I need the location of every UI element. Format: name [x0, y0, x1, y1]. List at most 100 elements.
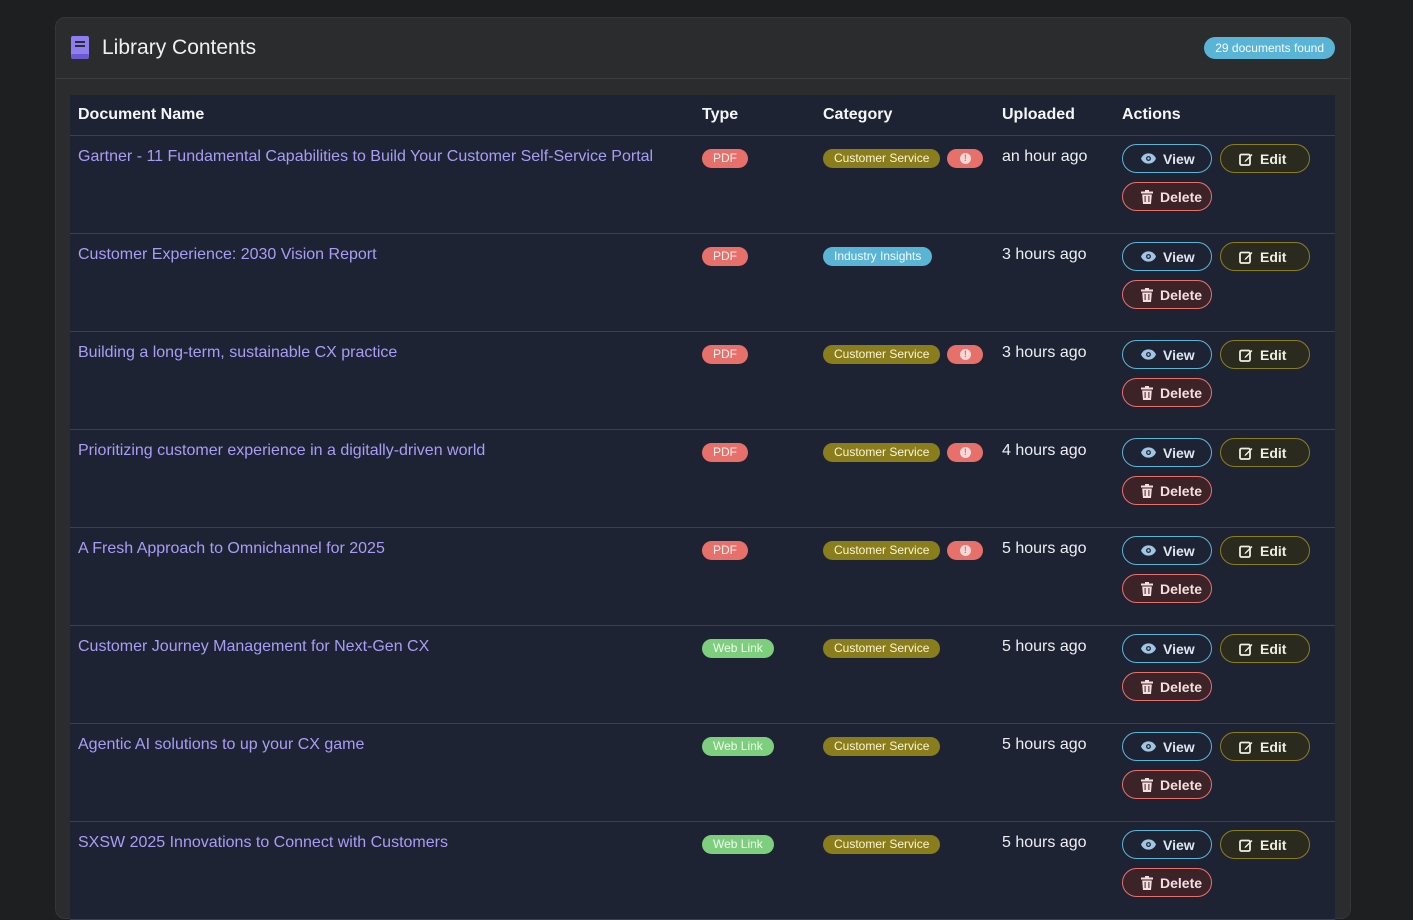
view-button[interactable]: View [1122, 144, 1212, 173]
delete-button[interactable]: Delete [1122, 280, 1212, 309]
delete-label: Delete [1160, 188, 1203, 205]
table-row: A Fresh Approach to Omnichannel for 2025… [70, 527, 1335, 626]
type-badge: PDF [702, 345, 748, 364]
delete-label: Delete [1160, 482, 1203, 499]
view-label: View [1163, 836, 1195, 853]
delete-button[interactable]: Delete [1122, 770, 1212, 799]
table-row: SXSW 2025 Innovations to Connect with Cu… [70, 821, 1335, 920]
actions-group: View Edit Delete [1122, 536, 1322, 603]
edit-button[interactable]: Edit [1220, 438, 1310, 467]
uploaded-time: 5 hours ago [1002, 540, 1087, 557]
edit-label: Edit [1260, 248, 1287, 265]
edit-icon [1239, 447, 1253, 460]
trash-icon [1141, 679, 1153, 694]
eye-icon [1141, 349, 1156, 360]
document-name-cell: SXSW 2025 Innovations to Connect with Cu… [70, 821, 694, 920]
edit-button[interactable]: Edit [1220, 830, 1310, 859]
view-button[interactable]: View [1122, 830, 1212, 859]
column-header-type: Type [694, 95, 815, 136]
type-cell: PDF [694, 527, 815, 626]
category-badge: Customer Service [823, 835, 941, 854]
delete-button[interactable]: Delete [1122, 182, 1212, 211]
actions-group: View Edit Delete [1122, 340, 1322, 407]
edit-button[interactable]: Edit [1220, 732, 1310, 761]
delete-button[interactable]: Delete [1122, 672, 1212, 701]
actions-cell: View Edit Delete [1114, 527, 1335, 626]
view-button[interactable]: View [1122, 634, 1212, 663]
document-count-badge: 29 documents found [1204, 37, 1335, 59]
actions-cell: View Edit Delete [1114, 135, 1335, 234]
edit-button[interactable]: Edit [1220, 634, 1310, 663]
category-cell: Customer Service! [815, 135, 994, 234]
category-badge: Customer Service [823, 639, 941, 658]
document-link[interactable]: Gartner - 11 Fundamental Capabilities to… [78, 148, 653, 166]
document-link[interactable]: Prioritizing customer experience in a di… [78, 442, 485, 460]
document-link[interactable]: Agentic AI solutions to up your CX game [78, 736, 364, 754]
edit-label: Edit [1260, 346, 1287, 363]
edit-button[interactable]: Edit [1220, 144, 1310, 173]
uploaded-cell: 5 hours ago [994, 625, 1114, 724]
view-button[interactable]: View [1122, 732, 1212, 761]
actions-cell: View Edit Delete [1114, 625, 1335, 724]
delete-button[interactable]: Delete [1122, 378, 1212, 407]
table-body: Gartner - 11 Fundamental Capabilities to… [70, 135, 1335, 920]
view-button[interactable]: View [1122, 242, 1212, 271]
table-row: Prioritizing customer experience in a di… [70, 429, 1335, 528]
table-row: Building a long-term, sustainable CX pra… [70, 331, 1335, 430]
uploaded-time: an hour ago [1002, 148, 1088, 165]
trash-icon [1141, 777, 1153, 792]
edit-label: Edit [1260, 836, 1287, 853]
edit-button[interactable]: Edit [1220, 536, 1310, 565]
actions-cell: View Edit Delete [1114, 331, 1335, 430]
document-name-cell: Customer Journey Management for Next-Gen… [70, 625, 694, 724]
type-cell: PDF [694, 331, 815, 430]
document-name-cell: Customer Experience: 2030 Vision Report [70, 233, 694, 332]
view-button[interactable]: View [1122, 536, 1212, 565]
view-button[interactable]: View [1122, 438, 1212, 467]
exclamation-circle-icon: ! [959, 447, 971, 458]
document-link[interactable]: Building a long-term, sustainable CX pra… [78, 344, 397, 362]
delete-label: Delete [1160, 776, 1203, 793]
title-wrap: Library Contents [70, 36, 256, 60]
warning-badge[interactable]: ! [947, 149, 984, 168]
exclamation-circle-icon: ! [959, 153, 971, 164]
document-link[interactable]: Customer Journey Management for Next-Gen… [78, 638, 429, 656]
uploaded-time: 5 hours ago [1002, 736, 1087, 753]
type-badge: PDF [702, 247, 748, 266]
eye-icon [1141, 153, 1156, 164]
delete-button[interactable]: Delete [1122, 868, 1212, 897]
warning-badge[interactable]: ! [947, 443, 984, 462]
edit-button[interactable]: Edit [1220, 340, 1310, 369]
document-link[interactable]: SXSW 2025 Innovations to Connect with Cu… [78, 834, 448, 852]
warning-badge[interactable]: ! [947, 345, 984, 364]
eye-icon [1141, 545, 1156, 556]
card-header: Library Contents 29 documents found [56, 18, 1350, 79]
category-badge: Customer Service [823, 443, 941, 462]
delete-button[interactable]: Delete [1122, 574, 1212, 603]
uploaded-time: 5 hours ago [1002, 834, 1087, 851]
view-label: View [1163, 346, 1195, 363]
uploaded-cell: 5 hours ago [994, 527, 1114, 626]
exclamation-circle-icon: ! [959, 349, 971, 360]
category-cell: Customer Service [815, 723, 994, 822]
view-button[interactable]: View [1122, 340, 1212, 369]
edit-button[interactable]: Edit [1220, 242, 1310, 271]
view-label: View [1163, 248, 1195, 265]
edit-icon [1239, 741, 1253, 754]
trash-icon [1141, 385, 1153, 400]
document-name-cell: A Fresh Approach to Omnichannel for 2025 [70, 527, 694, 626]
edit-label: Edit [1260, 738, 1287, 755]
warning-badge[interactable]: ! [947, 541, 984, 560]
eye-icon [1141, 447, 1156, 458]
type-badge: Web Link [702, 639, 774, 658]
document-name-cell: Prioritizing customer experience in a di… [70, 429, 694, 528]
type-badge: PDF [702, 149, 748, 168]
category-badge: Customer Service [823, 149, 941, 168]
document-link[interactable]: A Fresh Approach to Omnichannel for 2025 [78, 540, 385, 558]
exclamation-circle-icon: ! [959, 545, 971, 556]
type-cell: Web Link [694, 821, 815, 920]
view-label: View [1163, 150, 1195, 167]
delete-button[interactable]: Delete [1122, 476, 1212, 505]
uploaded-time: 4 hours ago [1002, 442, 1087, 459]
document-link[interactable]: Customer Experience: 2030 Vision Report [78, 246, 377, 264]
